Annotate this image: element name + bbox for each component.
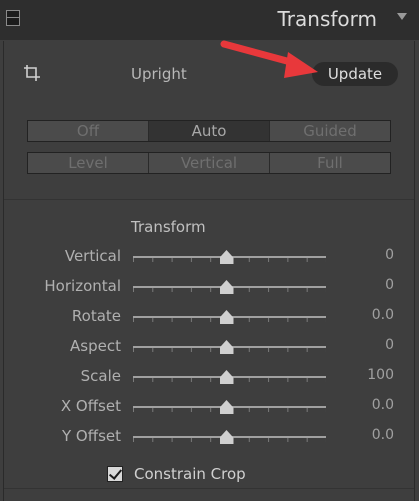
slider-scale: Scale 100 (0, 367, 419, 387)
slider-vertical: Vertical 0 (0, 247, 419, 267)
upright-level-button[interactable]: Level (28, 153, 149, 173)
slider-aspect: Aspect 0 (0, 337, 419, 357)
upright-vertical-button[interactable]: Vertical (149, 153, 270, 173)
panel-collapse-icon[interactable] (6, 10, 20, 26)
section-divider (4, 488, 414, 489)
slider-value[interactable]: 100 (367, 367, 394, 383)
slider-value[interactable]: 0.0 (372, 397, 394, 413)
slider-value[interactable]: 0.0 (372, 427, 394, 443)
slider-label: Y Offset (62, 427, 121, 445)
slider-label: Horizontal (44, 277, 121, 295)
section-divider (4, 199, 414, 200)
crop-overlay-icon[interactable] (23, 64, 41, 82)
slider-horizontal: Horizontal 0 (0, 277, 419, 297)
slider-value[interactable]: 0.0 (372, 307, 394, 323)
slider-label: X Offset (60, 397, 121, 415)
annotation-arrow-icon (220, 40, 318, 78)
constrain-crop-checkbox[interactable] (107, 466, 123, 482)
upright-mode-row-2: Level Vertical Full (27, 152, 391, 174)
upright-full-button[interactable]: Full (270, 153, 390, 173)
constrain-crop-label: Constrain Crop (134, 465, 246, 483)
slider-value[interactable]: 0 (385, 337, 394, 353)
slider-x-offset: X Offset 0.0 (0, 397, 419, 417)
slider-label: Vertical (64, 247, 121, 265)
upright-guided-button[interactable]: Guided (270, 121, 390, 141)
panel-title: Transform (277, 7, 377, 31)
slider-label: Aspect (70, 337, 121, 355)
upright-mode-row-1: Off Auto Guided (27, 120, 391, 142)
slider-value[interactable]: 0 (385, 247, 394, 263)
slider-value[interactable]: 0 (385, 277, 394, 293)
panel-disclosure-icon[interactable] (397, 13, 407, 20)
slider-y-offset: Y Offset 0.0 (0, 427, 419, 447)
transform-section-title: Transform (131, 218, 206, 236)
panel-header[interactable]: Transform (0, 0, 419, 40)
upright-label: Upright (131, 65, 187, 83)
upright-off-button[interactable]: Off (28, 121, 149, 141)
slider-label: Scale (80, 367, 121, 385)
upright-auto-button[interactable]: Auto (149, 121, 270, 141)
slider-rotate: Rotate 0.0 (0, 307, 419, 327)
slider-label: Rotate (71, 307, 121, 325)
